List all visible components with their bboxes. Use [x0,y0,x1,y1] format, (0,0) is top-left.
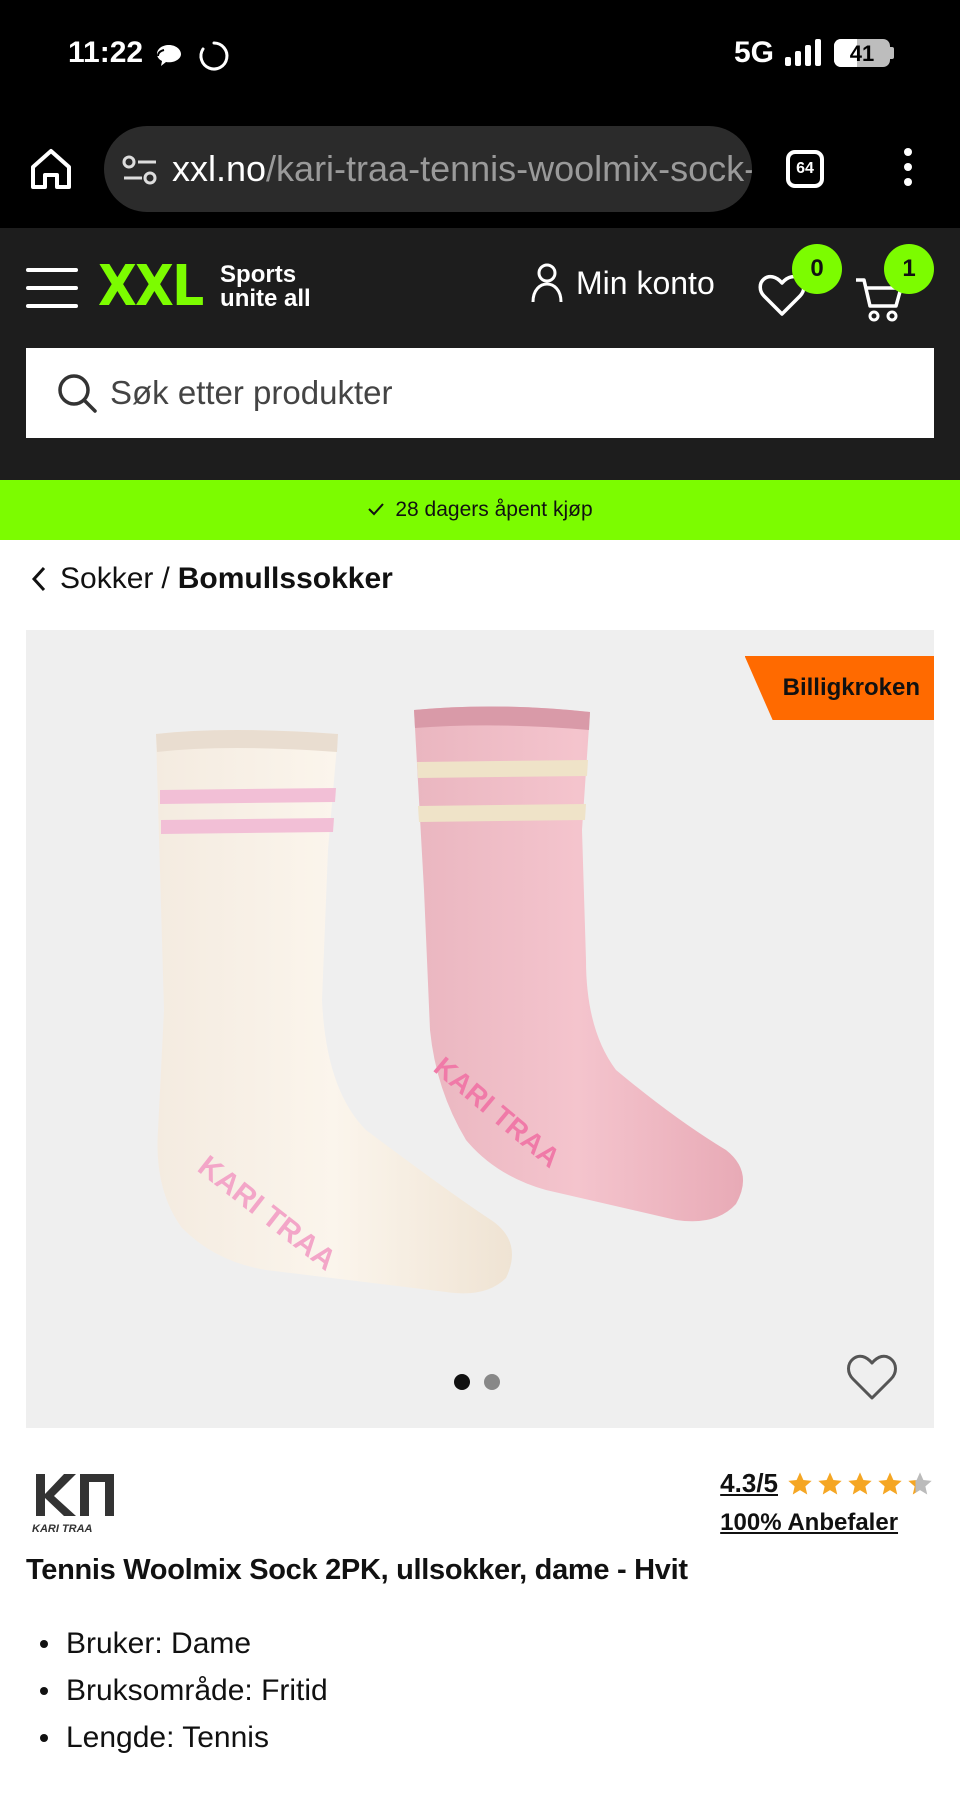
brand-logo[interactable]: KARI TRAA [32,1462,124,1535]
kari-traa-logo-icon: KARI TRAA [32,1474,114,1535]
product-rating[interactable]: 4.3/5 100% Anbefaler [720,1468,934,1537]
product-attributes: Bruker: Dame Bruksområde: Fritid Lengde:… [40,1620,328,1761]
svg-text:KARI TRAA: KARI TRAA [32,1523,93,1534]
site-header: XXL Sports unite all Min konto 0 1 [0,228,960,480]
wishlist-button[interactable]: 0 [758,244,842,318]
checkmark-icon [368,503,385,516]
rating-score[interactable]: 4.3/5 [720,1468,778,1499]
gallery-pagination [454,1374,500,1390]
attribute-item: Bruker: Dame [40,1620,328,1667]
star-icon [788,1471,812,1494]
star-icon [908,1471,932,1494]
breadcrumb-parent[interactable]: Sokker [60,562,153,596]
add-to-favorites-icon[interactable] [846,1354,898,1402]
status-bar: 11:22 5G 41 [0,0,960,110]
star-icon [848,1471,872,1494]
search-icon [58,374,97,413]
promo-banner: 28 dagers åpent kjøp [0,480,960,540]
menu-icon[interactable] [26,268,78,308]
recommend-rate[interactable]: 100% Anbefaler [720,1509,934,1537]
home-icon[interactable] [28,146,74,192]
logo-text: XXL [98,254,204,319]
tab-switcher-button[interactable]: 64 [786,150,824,188]
network-type: 5G [733,36,774,69]
sale-tag: Billigkroken [744,656,934,720]
battery-level: 41 [849,41,875,66]
status-time: 11:22 [68,36,144,69]
breadcrumb-current[interactable]: Bomullssokker [178,562,393,596]
breadcrumb-separator: / [161,562,170,595]
url-domain: xxl.no [172,148,267,189]
promo-text: 28 dagers åpent kjøp [395,498,593,521]
star-icon [818,1471,842,1494]
breadcrumb: Sokker / Bomullssokker [30,562,393,596]
url-text: xxl.no/kari-traa-tennis-woolmix-sock-2pk [172,148,752,190]
product-image-gallery[interactable]: KARI TRAA KARI TRAA Billigkroken [26,630,934,1428]
browser-toolbar: xxl.no/kari-traa-tennis-woolmix-sock-2pk… [0,110,960,228]
logo-tagline: Sports unite all [220,260,311,312]
site-settings-icon[interactable] [122,154,158,186]
cart-count-badge: 1 [884,244,934,294]
xxl-logo[interactable]: XXL Sports unite all [98,254,311,319]
gallery-dot[interactable] [484,1374,500,1390]
search-bar[interactable] [26,348,934,438]
product-image: KARI TRAA KARI TRAA [156,706,744,1294]
loading-icon [199,41,229,71]
more-menu-icon[interactable] [896,148,920,192]
chevron-left-icon[interactable] [30,565,48,593]
search-input[interactable] [110,348,890,438]
my-account-link[interactable]: Min konto [530,262,715,304]
gallery-dot[interactable] [454,1374,470,1390]
rating-stars [786,1470,934,1498]
cart-button[interactable]: 1 [854,244,934,322]
account-label: Min konto [576,264,715,301]
address-bar[interactable]: xxl.no/kari-traa-tennis-woolmix-sock-2pk [104,126,752,212]
url-path: /kari-traa-tennis-woolmix-sock-2pk [266,148,752,189]
product-title: Tennis Woolmix Sock 2PK, ullsokker, dame… [26,1554,688,1586]
user-icon [531,263,563,303]
signal-icon [785,39,821,66]
wishlist-count-badge: 0 [792,244,842,294]
chat-notification-icon [157,45,181,66]
attribute-item: Bruksområde: Fritid [40,1667,328,1714]
star-icon [878,1471,902,1494]
battery-indicator: 41 [834,39,894,67]
attribute-item: Lengde: Tennis [40,1714,328,1761]
